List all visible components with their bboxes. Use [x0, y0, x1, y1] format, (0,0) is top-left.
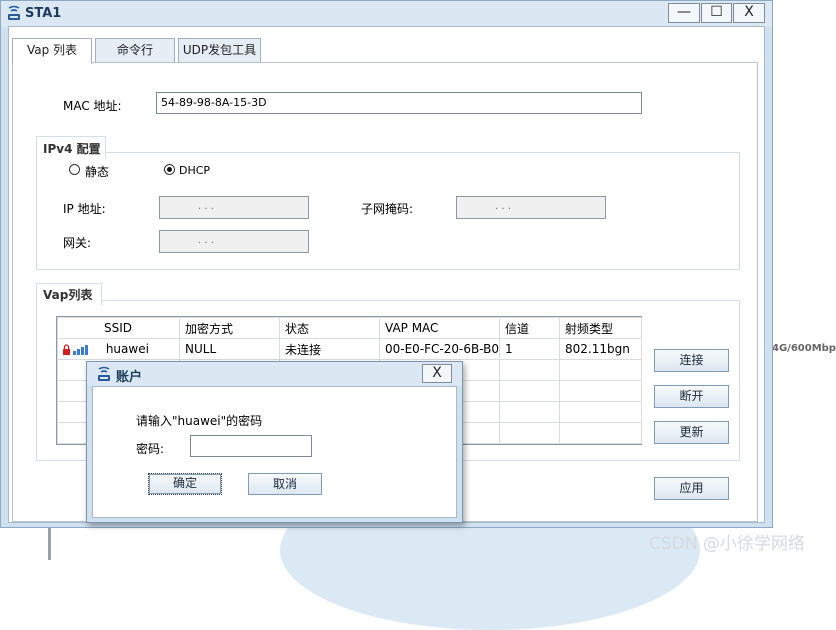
background-line [48, 525, 51, 560]
ip-address-label: IP 地址: [63, 202, 106, 216]
dhcp-radio[interactable] [164, 164, 175, 175]
static-radio[interactable] [69, 164, 80, 175]
vap-table-header: SSID 加密方式 状态 VAP MAC 信道 射频类型 [57, 317, 642, 339]
dhcp-label: DHCP [179, 164, 211, 177]
mask-dots: . . . [495, 201, 511, 212]
column-header-radio-type: 射频类型 [559, 317, 642, 339]
subnet-mask-label: 子网掩码: [361, 202, 414, 216]
column-header-vap-mac: VAP MAC [379, 317, 500, 339]
csdn-watermark: CSDN @小徐学网络 [649, 534, 805, 554]
table-row[interactable]: huawei NULL 未连接 00-E0-FC-20-6B-B0 1 802.… [57, 338, 642, 360]
ssid-cell: huawei [105, 342, 149, 356]
subnet-mask-field[interactable]: . . . [456, 196, 606, 219]
apply-button[interactable]: 应用 [654, 477, 729, 500]
password-field[interactable] [190, 435, 312, 457]
station-icon [98, 366, 110, 381]
column-header-status: 状态 [279, 317, 380, 339]
dialog-title: 账户 [116, 370, 143, 385]
ip-dots: . . . [198, 201, 214, 212]
password-prompt: 请输入"huawei"的密码 [136, 414, 263, 428]
title-bar[interactable]: STA1 — ☐ X [1, 1, 772, 27]
dialog-title-bar[interactable]: 账户 X [87, 362, 462, 386]
tab-command-line[interactable]: 命令行 [95, 38, 175, 62]
ok-button[interactable]: 确定 [148, 473, 222, 495]
maximize-button[interactable]: ☐ [701, 3, 732, 23]
ipv4-group-title: IPv4 配置 [40, 140, 104, 157]
background-speed-text: 4G/600Mbps [772, 343, 836, 354]
column-header-channel: 信道 [499, 317, 560, 339]
window-title: STA1 [25, 6, 62, 21]
cancel-button[interactable]: 取消 [248, 473, 322, 495]
gateway-label: 网关: [63, 236, 92, 250]
refresh-button[interactable]: 更新 [654, 421, 729, 444]
tab-udp-tool[interactable]: UDP发包工具 [178, 38, 261, 62]
account-dialog: 账户 X 请输入"huawei"的密码 密码: 确定 取消 [86, 361, 463, 523]
station-icon [8, 5, 20, 20]
lock-signal-icon [63, 343, 88, 355]
mac-label: MAC 地址: [63, 99, 122, 113]
channel-cell: 1 [499, 338, 560, 360]
column-header-encryption: 加密方式 [179, 317, 280, 339]
close-button[interactable]: X [733, 3, 765, 23]
column-header-ssid: SSID [57, 317, 180, 339]
gateway-field[interactable]: . . . [159, 230, 309, 253]
vap-list-group-title: Vap列表 [40, 286, 96, 303]
vap-mac-cell: 00-E0-FC-20-6B-B0 [379, 338, 500, 360]
minimize-button[interactable]: — [668, 3, 700, 23]
gateway-dots: . . . [198, 235, 214, 246]
password-label: 密码: [136, 442, 165, 456]
radio-selected-dot [167, 167, 172, 172]
status-cell: 未连接 [279, 338, 380, 360]
connect-button[interactable]: 连接 [654, 349, 729, 372]
encryption-cell: NULL [179, 338, 280, 360]
radio-type-cell: 802.11bgn [559, 338, 642, 360]
mac-field[interactable]: 54-89-98-8A-15-3D [156, 92, 642, 114]
ip-address-field[interactable]: . . . [159, 196, 309, 219]
tab-vap-list[interactable]: Vap 列表 [12, 38, 92, 64]
disconnect-button[interactable]: 断开 [654, 385, 729, 408]
dialog-close-button[interactable]: X [422, 364, 452, 383]
static-label: 静态 [85, 165, 110, 179]
